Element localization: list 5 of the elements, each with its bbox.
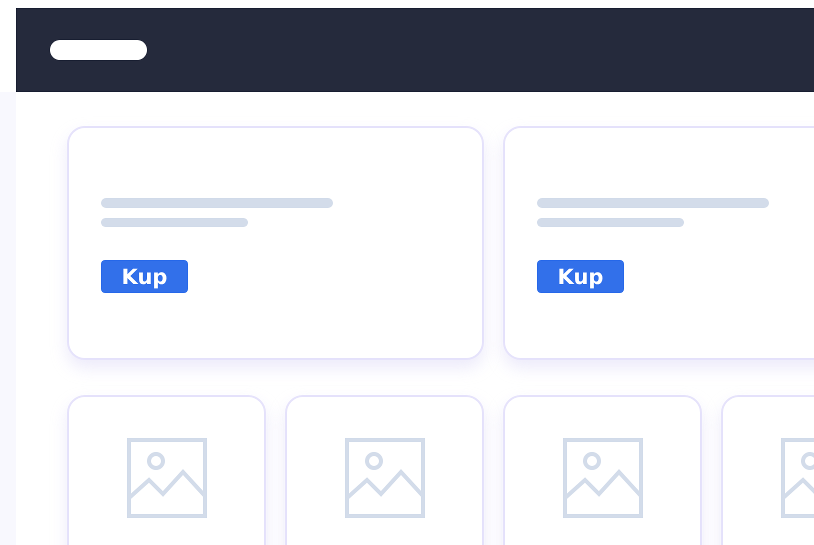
- buy-button[interactable]: Kup: [101, 260, 188, 293]
- buy-button[interactable]: Kup: [537, 260, 624, 293]
- image-icon: [562, 438, 642, 518]
- image-icon: [126, 438, 206, 518]
- image-icon: [344, 438, 424, 518]
